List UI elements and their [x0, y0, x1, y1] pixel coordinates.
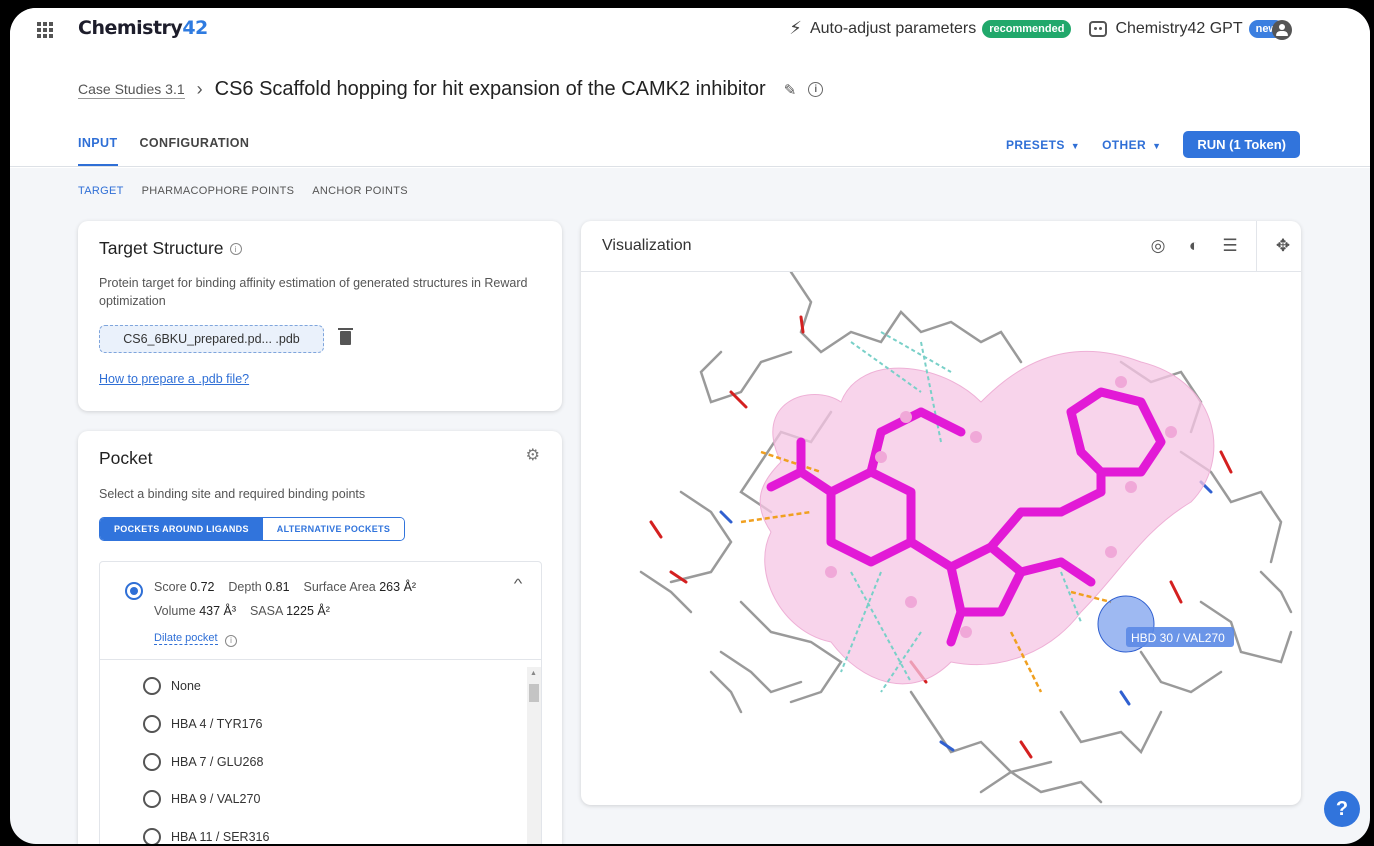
depth-value: 0.81	[265, 580, 290, 594]
visualization-title: Visualization	[602, 237, 692, 254]
pharmacophore-label: HBD 30 / VAL270	[1131, 631, 1225, 645]
header-actions: ⚡ Auto-adjust parameters recommended Che…	[789, 18, 1284, 39]
scroll-thumb[interactable]	[529, 684, 539, 702]
visualization-toolbar: ◎ ◐ ☰ ✥	[1140, 221, 1301, 271]
target-icon[interactable]: ◎	[1140, 236, 1176, 256]
radio-button[interactable]	[143, 828, 161, 844]
scroll-up-icon: ▲	[530, 670, 537, 677]
breadcrumb-parent-link[interactable]: Case Studies 3.1	[78, 81, 185, 99]
tab-divider	[10, 166, 1370, 167]
pocket-card: Pocket ⚙ Select a binding site and requi…	[78, 431, 562, 844]
chevron-up-icon[interactable]: ^	[514, 576, 523, 591]
recommended-badge: recommended	[982, 19, 1072, 38]
score-value: 0.72	[190, 580, 215, 594]
pocket-description: Select a binding site and required bindi…	[99, 487, 366, 501]
help-button[interactable]: ?	[1324, 791, 1360, 827]
presets-dropdown[interactable]: PRESETS ▼	[1006, 138, 1080, 152]
chevron-right-icon: ›	[196, 79, 203, 99]
other-dropdown[interactable]: OTHER ▼	[1102, 138, 1161, 152]
pocket-type-toggle: POCKETS AROUND LIGANDS ALTERNATIVE POCKE…	[99, 517, 406, 541]
info-icon[interactable]: i	[229, 243, 242, 256]
auto-adjust-button[interactable]: ⚡ Auto-adjust parameters recommended	[789, 18, 1072, 39]
target-structure-card: Target Structure i Protein target for bin…	[78, 221, 562, 411]
target-description: Protein target for binding affinity esti…	[99, 276, 528, 308]
pocket-list: Score 0.72 Depth 0.81 Surface Area 263 Å…	[99, 561, 542, 844]
pdb-file-chip[interactable]: CS6_6BKU_prepared.pd... .pdb	[99, 325, 324, 353]
caret-down-icon: ▼	[1070, 140, 1081, 151]
pockets-around-ligands-button[interactable]: POCKETS AROUND LIGANDS	[100, 518, 263, 540]
gpt-button[interactable]: Chemistry42 GPT new	[1071, 19, 1284, 38]
robot-icon	[1089, 20, 1108, 37]
radio-button[interactable]	[143, 790, 161, 808]
info-icon[interactable]: i	[808, 82, 824, 97]
subtab-target[interactable]: TARGET	[78, 185, 124, 197]
sub-tabs: TARGET PHARMACOPHORE POINTS ANCHOR POINT…	[78, 185, 426, 197]
main-tabs: INPUT CONFIGURATION	[78, 136, 271, 166]
breadcrumb: Case Studies 3.1 › CS6 Scaffold hopping …	[78, 78, 824, 101]
molecule-viewer[interactable]: HBD 30 / VAL270	[581, 272, 1301, 805]
target-structure-title: Target Structure i	[99, 238, 242, 259]
page-title: CS6 Scaffold hopping for hit expansion o…	[214, 78, 766, 100]
apps-grid-icon[interactable]	[37, 22, 53, 38]
gpt-label: Chemistry42 GPT	[1115, 19, 1243, 37]
tab-input[interactable]: INPUT	[78, 136, 118, 166]
divider	[100, 659, 541, 660]
tune-icon[interactable]: ☰	[1212, 236, 1248, 256]
sasa-value: 1225 Å²	[286, 604, 330, 618]
tab-configuration[interactable]: CONFIGURATION	[140, 136, 250, 166]
radio-button[interactable]	[143, 753, 161, 771]
pocket-title: Pocket	[99, 448, 153, 468]
magic-wand-icon: ⚡	[789, 18, 802, 38]
auto-adjust-label: Auto-adjust parameters	[809, 19, 977, 37]
gear-icon[interactable]: ⚙	[526, 445, 540, 465]
pocket-radio-selected[interactable]	[125, 582, 143, 600]
app-logo[interactable]: Chemistry42	[78, 17, 208, 39]
run-button[interactable]: RUN (1 Token)	[1183, 131, 1300, 158]
alternative-pockets-button[interactable]: ALTERNATIVE POCKETS	[262, 518, 405, 540]
surface-value: 263 Å²	[379, 580, 417, 594]
caret-down-icon: ▼	[1152, 140, 1162, 151]
app-window: Chemistry42 ⚡ Auto-adjust parameters rec…	[10, 8, 1370, 844]
toolbar-actions: PRESETS ▼ OTHER ▼ RUN (1 Token)	[1006, 131, 1300, 158]
subtab-anchor-points[interactable]: ANCHOR POINTS	[312, 185, 408, 197]
prepare-pdb-link[interactable]: How to prepare a .pdb file?	[99, 372, 249, 386]
palette-icon[interactable]: ◐	[1176, 236, 1212, 256]
pocket-metrics: Score 0.72 Depth 0.81 Surface Area 263 Å…	[154, 580, 417, 618]
radio-button[interactable]	[143, 715, 161, 733]
subtab-pharmacophore-points[interactable]: PHARMACOPHORE POINTS	[142, 185, 295, 197]
info-icon[interactable]: i	[225, 632, 237, 650]
move-icon[interactable]: ✥	[1265, 236, 1301, 256]
options-scrollbar[interactable]: ▲	[527, 667, 541, 844]
help-icon: ?	[1335, 797, 1349, 820]
edit-pencil-icon[interactable]: ✎	[784, 81, 797, 99]
dilate-pocket-link[interactable]: Dilate pocket	[154, 632, 218, 645]
trash-icon[interactable]	[338, 328, 353, 345]
visualization-card: Visualization ◎ ◐ ☰ ✥ HBD 30 / VAL270	[581, 221, 1301, 805]
volume-value: 437 Å³	[199, 604, 237, 618]
radio-button[interactable]	[143, 677, 161, 695]
divider	[1256, 221, 1257, 271]
account-icon[interactable]	[1272, 20, 1292, 40]
